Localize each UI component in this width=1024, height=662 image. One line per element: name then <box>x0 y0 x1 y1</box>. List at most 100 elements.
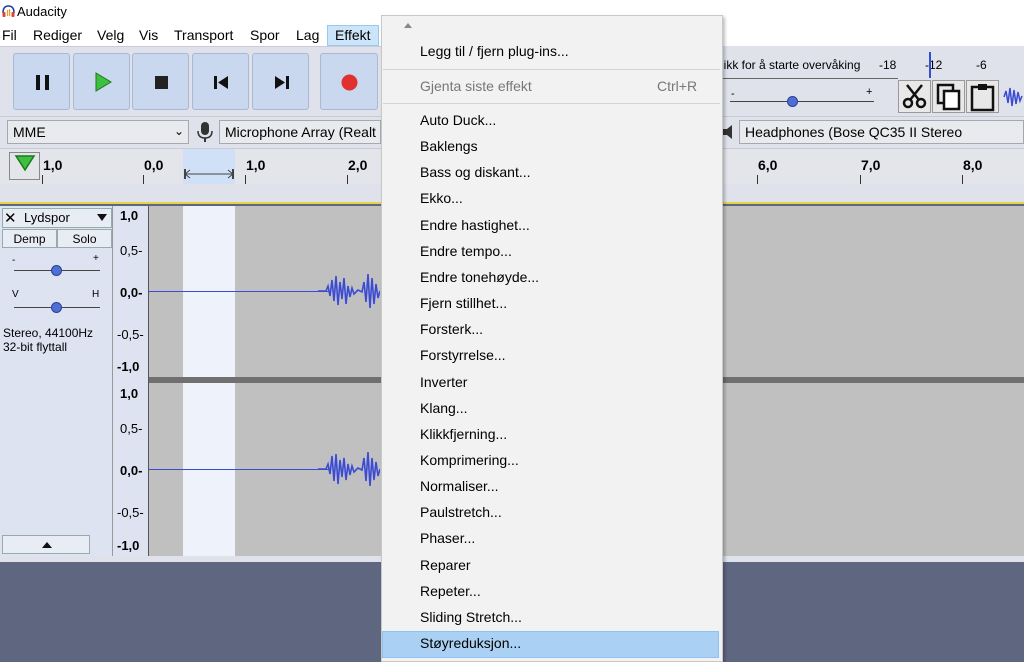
audio-host-select[interactable]: MME ⌄ <box>7 120 189 144</box>
menu-item-repeat-shortcut: Ctrl+R <box>657 78 698 94</box>
stop-button[interactable] <box>132 53 189 110</box>
record-icon <box>341 74 358 91</box>
skip-end-button[interactable] <box>252 53 309 110</box>
menu-item-phaser[interactable]: Phaser... <box>420 530 475 546</box>
amplitude-scale[interactable] <box>113 206 149 556</box>
menu-item-forsterk[interactable]: Forsterk... <box>420 321 483 337</box>
scale-label: -1,0 <box>117 359 140 374</box>
playback-device-select[interactable]: Headphones (Bose QC35 II Stereo <box>739 120 1024 144</box>
copy-button[interactable] <box>932 80 965 113</box>
menu-vis[interactable]: Vis <box>139 27 158 43</box>
menu-item-endre-hastighet[interactable]: Endre hastighet... <box>420 217 530 233</box>
scale-label: -0,5- <box>117 505 144 520</box>
mute-button[interactable]: Demp <box>2 229 57 248</box>
volume-slider-track[interactable] <box>730 101 874 102</box>
ruler-tick <box>962 175 963 184</box>
menu-item-normaliser[interactable]: Normaliser... <box>420 478 499 494</box>
ruler-tick <box>347 175 348 184</box>
trim-button[interactable] <box>1002 82 1024 112</box>
gain-slider-handle[interactable] <box>51 265 62 276</box>
copy-icon <box>936 83 961 111</box>
menu-velg[interactable]: Velg <box>97 27 124 43</box>
ruler-tick <box>245 175 246 184</box>
menu-separator <box>383 103 720 104</box>
skip-start-icon <box>214 76 228 89</box>
scroll-up-icon[interactable] <box>403 22 413 29</box>
triangle-up-icon <box>42 542 52 548</box>
ruler-tick <box>757 175 758 184</box>
recording-device-select[interactable]: Microphone Array (Realt <box>219 120 381 144</box>
pause-button[interactable] <box>13 53 70 110</box>
waveform-icon <box>1003 87 1023 107</box>
meter-hint[interactable]: likk for å starte overvåking <box>721 58 860 72</box>
meter-line <box>722 78 898 79</box>
ruler-tick <box>860 175 861 184</box>
triangle-down-icon[interactable] <box>96 213 108 222</box>
track-info-rate: Stereo, 44100Hz <box>3 326 94 340</box>
volume-slider-handle[interactable] <box>787 96 798 107</box>
audio-host-value: MME <box>13 124 46 140</box>
pause-icon <box>36 75 49 90</box>
pan-right-label: H <box>92 289 100 300</box>
skip-end-icon <box>275 76 289 89</box>
scale-label: 1,0 <box>120 386 139 401</box>
scale-label: -1,0 <box>117 538 140 553</box>
pan-slider-handle[interactable] <box>51 302 62 313</box>
menu-rediger[interactable]: Rediger <box>33 27 82 43</box>
menu-item-forstyrrelse[interactable]: Forstyrrelse... <box>420 347 506 363</box>
gain-plus-label: + <box>93 253 99 264</box>
menu-item-klang[interactable]: Klang... <box>420 400 467 416</box>
play-button[interactable] <box>73 53 130 110</box>
menu-spor[interactable]: Spor <box>250 27 280 43</box>
menu-item-reparer[interactable]: Reparer <box>420 557 471 573</box>
menu-lag[interactable]: Lag <box>296 27 319 43</box>
ruler-label: 0,0 <box>144 157 164 173</box>
menu-item-klikkfjerning[interactable]: Klikkfjerning... <box>420 426 507 442</box>
menu-item-endre-tonehøyde[interactable]: Endre tonehøyde... <box>420 269 539 285</box>
speaker-icon <box>723 125 732 139</box>
paste-button[interactable] <box>966 80 999 113</box>
menu-item-endre-tempo[interactable]: Endre tempo... <box>420 243 512 259</box>
playback-device-value: Headphones (Bose QC35 II Stereo <box>745 124 963 140</box>
paste-icon <box>970 84 995 112</box>
menu-item-fjern-stillhet[interactable]: Fjern stillhet... <box>420 295 507 311</box>
collapse-track-button[interactable] <box>2 535 90 554</box>
play-head-button-frame <box>9 152 40 180</box>
audacity-logo-icon <box>2 5 15 17</box>
cut-button[interactable] <box>898 80 931 113</box>
solo-button[interactable]: Solo <box>57 229 112 248</box>
menu-item-inverter[interactable]: Inverter <box>420 374 467 390</box>
menu-item-auto-duck[interactable]: Auto Duck... <box>420 112 496 128</box>
skip-start-button[interactable] <box>192 53 249 110</box>
waveform-clip-right[interactable] <box>318 446 380 492</box>
track-info-format: 32-bit flyttall <box>3 340 68 354</box>
menu-item-støyreduksjon[interactable]: Støyreduksjon... <box>420 635 521 651</box>
menu-item-baklengs[interactable]: Baklengs <box>420 138 478 154</box>
scale-label: -0,5- <box>117 327 144 342</box>
scale-label: 0,5- <box>120 243 143 258</box>
menu-item-repeter[interactable]: Repeter... <box>420 583 481 599</box>
menu-separator <box>383 69 720 70</box>
waveform-clip-left[interactable] <box>318 268 380 314</box>
ruler-label: 1,0 <box>43 157 63 173</box>
ruler-label: 6,0 <box>758 157 778 173</box>
menu-item-bass-og-diskant[interactable]: Bass og diskant... <box>420 164 531 180</box>
menu-transport[interactable]: Transport <box>174 27 233 43</box>
ruler-label: 7,0 <box>861 157 881 173</box>
selection-drag-handle-icon[interactable] <box>182 166 236 182</box>
menu-item-komprimering[interactable]: Komprimering... <box>420 452 519 468</box>
ruler-label: 8,0 <box>963 157 983 173</box>
menu-item-ekko[interactable]: Ekko... <box>420 190 463 206</box>
menu-item-plugins[interactable]: Legg til / fjern plug-ins... <box>420 43 569 59</box>
menu-item-sliding-stretch[interactable]: Sliding Stretch... <box>420 609 522 625</box>
track-name-menu[interactable]: Lydspor <box>24 210 70 225</box>
menu-fil[interactable]: Fil <box>2 27 17 43</box>
waveform-centerline-left <box>149 291 329 292</box>
volume-minus-label: - <box>731 88 735 100</box>
close-icon[interactable]: ✕ <box>4 209 17 227</box>
volume-plus-label: + <box>866 86 873 98</box>
record-button[interactable] <box>320 53 378 110</box>
window-title: Audacity <box>17 4 67 19</box>
menu-item-paulstretch[interactable]: Paulstretch... <box>420 504 502 520</box>
menu-effekt[interactable]: Effekt <box>335 27 371 43</box>
